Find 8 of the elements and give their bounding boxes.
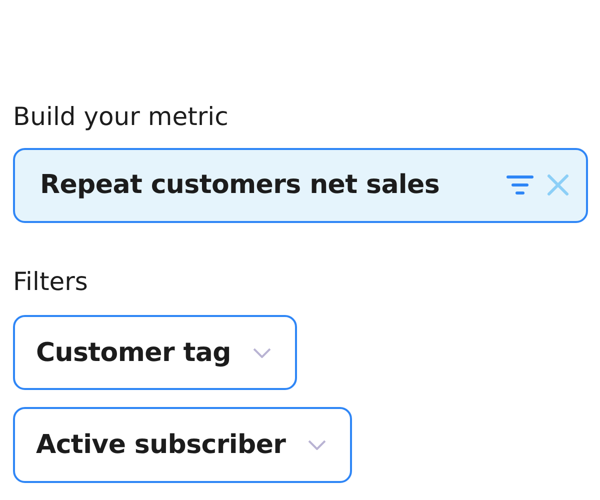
chevron-icon [252, 348, 271, 358]
filter-dropdown[interactable]: Customer tag [13, 314, 297, 390]
metric-chip[interactable]: Repeat customers net sales [13, 148, 588, 223]
filter-dropdown[interactable]: Active subscriber [13, 407, 352, 484]
metric-name: Repeat customers net sales [40, 170, 441, 200]
section-label: Filters [13, 266, 89, 298]
section-label: Build your metric [13, 101, 230, 133]
chevron-icon [308, 440, 326, 450]
